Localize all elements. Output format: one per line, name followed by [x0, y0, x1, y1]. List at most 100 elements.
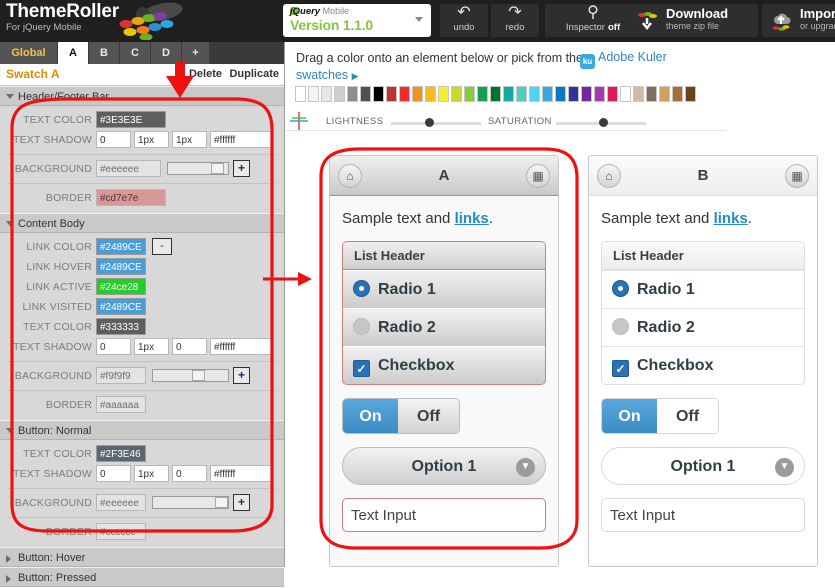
- color-swatch-13[interactable]: [464, 86, 475, 102]
- text-shadow-y-input[interactable]: 1px: [134, 338, 169, 355]
- color-swatch-18[interactable]: [529, 86, 540, 102]
- color-swatch-17[interactable]: [516, 86, 527, 102]
- slider-knob[interactable]: [215, 497, 228, 508]
- list-item-radio-2[interactable]: Radio 2: [602, 308, 804, 346]
- toggle-off-label[interactable]: Off: [657, 399, 718, 433]
- color-swatch-9[interactable]: [412, 86, 423, 102]
- text-color-input[interactable]: #333333: [96, 318, 146, 335]
- list-item-radio-1[interactable]: Radio 1: [602, 270, 804, 308]
- select-menu-button[interactable]: Option 1 ▼: [601, 447, 805, 485]
- slider-knob[interactable]: [211, 163, 224, 174]
- text-input[interactable]: Text Input: [342, 498, 546, 532]
- download-button[interactable]: Download theme zip file: [628, 4, 758, 37]
- swatches-link[interactable]: swatches: [296, 68, 348, 82]
- sample-link[interactable]: links: [714, 210, 748, 227]
- background-gradient-slider[interactable]: [152, 496, 229, 509]
- flip-toggle-switch[interactable]: On Off: [342, 398, 460, 434]
- color-swatch-1[interactable]: [308, 86, 319, 102]
- radio-selected-icon[interactable]: [353, 280, 370, 297]
- section-header-content-body[interactable]: Content Body: [0, 213, 284, 233]
- link-active-input[interactable]: #24ce28: [96, 278, 146, 295]
- grid-icon[interactable]: ▦: [785, 164, 809, 188]
- text-shadow-y-input[interactable]: 1px: [134, 131, 169, 148]
- radio-selected-icon[interactable]: [612, 280, 629, 297]
- color-swatch-22[interactable]: [581, 86, 592, 102]
- checkbox-checked-icon[interactable]: ✓: [612, 360, 629, 377]
- adobe-kuler-link[interactable]: ku Adobe Kuler: [580, 50, 667, 69]
- text-shadow-x-input[interactable]: 0: [96, 131, 131, 148]
- saturation-slider-knob[interactable]: [598, 118, 608, 127]
- text-shadow-color-input[interactable]: #ffffff: [210, 465, 272, 482]
- color-swatch-19[interactable]: [542, 86, 553, 102]
- toggle-off-label[interactable]: Off: [398, 399, 459, 433]
- add-gradient-stop-button[interactable]: +: [233, 494, 250, 511]
- text-color-input[interactable]: #2F3E46: [96, 445, 146, 462]
- chevron-down-icon[interactable]: ▼: [775, 458, 794, 477]
- add-gradient-stop-button[interactable]: +: [233, 367, 250, 384]
- border-input[interactable]: #cccccc: [96, 523, 146, 540]
- tab-swatch-b[interactable]: B: [89, 42, 120, 64]
- color-swatch-11[interactable]: [438, 86, 449, 102]
- color-swatch-4[interactable]: [347, 86, 358, 102]
- color-swatch-0[interactable]: [295, 86, 306, 102]
- toggle-on-label[interactable]: On: [343, 399, 398, 433]
- text-shadow-x-input[interactable]: 0: [96, 465, 131, 482]
- text-shadow-color-input[interactable]: #ffffff: [210, 338, 272, 355]
- background-gradient-slider[interactable]: [152, 369, 229, 382]
- color-swatch-20[interactable]: [555, 86, 566, 102]
- list-item-radio-2[interactable]: Radio 2: [343, 308, 545, 346]
- list-item-checkbox[interactable]: ✓ Checkbox: [602, 346, 804, 384]
- chevron-down-icon[interactable]: [415, 17, 423, 22]
- color-swatch-3[interactable]: [334, 86, 345, 102]
- text-color-input[interactable]: #3E3E3E: [96, 111, 166, 128]
- radio-unselected-icon[interactable]: [353, 318, 370, 335]
- lightness-slider-knob[interactable]: [424, 118, 434, 127]
- color-swatch-26[interactable]: [633, 86, 644, 102]
- toggle-on-label[interactable]: On: [602, 399, 657, 433]
- sample-link[interactable]: links: [455, 210, 489, 227]
- color-swatch-6[interactable]: [373, 86, 384, 102]
- link-color-input[interactable]: #2489CE: [96, 238, 146, 255]
- color-swatch-14[interactable]: [477, 86, 488, 102]
- tab-swatch-c[interactable]: C: [120, 42, 151, 64]
- text-input[interactable]: Text Input: [601, 498, 805, 532]
- tab-add-swatch[interactable]: +: [182, 42, 210, 64]
- color-swatch-8[interactable]: [399, 86, 410, 102]
- import-button[interactable]: Import or upgrade: [762, 4, 835, 37]
- background-gradient-slider[interactable]: [167, 162, 229, 175]
- text-shadow-blur-input[interactable]: 1px: [172, 131, 207, 148]
- color-swatch-27[interactable]: [646, 86, 657, 102]
- border-input[interactable]: #cd7e7e: [96, 189, 166, 206]
- section-header-button-normal[interactable]: Button: Normal: [0, 420, 284, 440]
- add-gradient-stop-button[interactable]: +: [233, 160, 250, 177]
- select-menu-button[interactable]: Option 1 ▼: [342, 447, 546, 485]
- color-swatch-21[interactable]: [568, 86, 579, 102]
- color-swatch-5[interactable]: [360, 86, 371, 102]
- link-visited-input[interactable]: #2489CE: [96, 298, 146, 315]
- background-input[interactable]: #eeeeee: [96, 160, 161, 177]
- color-swatch-25[interactable]: [620, 86, 631, 102]
- duplicate-swatch-button[interactable]: Duplicate: [229, 68, 279, 80]
- background-input[interactable]: #f9f9f9: [96, 367, 146, 384]
- checkbox-checked-icon[interactable]: ✓: [353, 360, 370, 377]
- section-header-button-pressed[interactable]: Button: Pressed: [0, 567, 284, 587]
- grid-icon[interactable]: ▦: [526, 164, 550, 188]
- color-swatch-7[interactable]: [386, 86, 397, 102]
- color-swatch-2[interactable]: [321, 86, 332, 102]
- collapse-link-states-button[interactable]: -: [152, 238, 172, 255]
- tab-swatch-a[interactable]: A: [58, 42, 89, 64]
- version-select[interactable]: jQuery Mobile Version 1.1.0: [283, 4, 431, 37]
- list-item-radio-1[interactable]: Radio 1: [343, 270, 545, 308]
- text-shadow-color-input[interactable]: #ffffff: [210, 131, 272, 148]
- lightness-slider-track[interactable]: [391, 122, 481, 125]
- color-swatch-16[interactable]: [503, 86, 514, 102]
- color-swatch-15[interactable]: [490, 86, 501, 102]
- color-swatch-29[interactable]: [672, 86, 683, 102]
- chevron-down-icon[interactable]: ▼: [516, 458, 535, 477]
- color-swatch-30[interactable]: [685, 86, 696, 102]
- text-shadow-blur-input[interactable]: 0: [172, 338, 207, 355]
- text-shadow-x-input[interactable]: 0: [96, 338, 131, 355]
- slider-knob[interactable]: [192, 370, 205, 381]
- color-swatch-10[interactable]: [425, 86, 436, 102]
- redo-button[interactable]: ↷ redo: [491, 4, 539, 37]
